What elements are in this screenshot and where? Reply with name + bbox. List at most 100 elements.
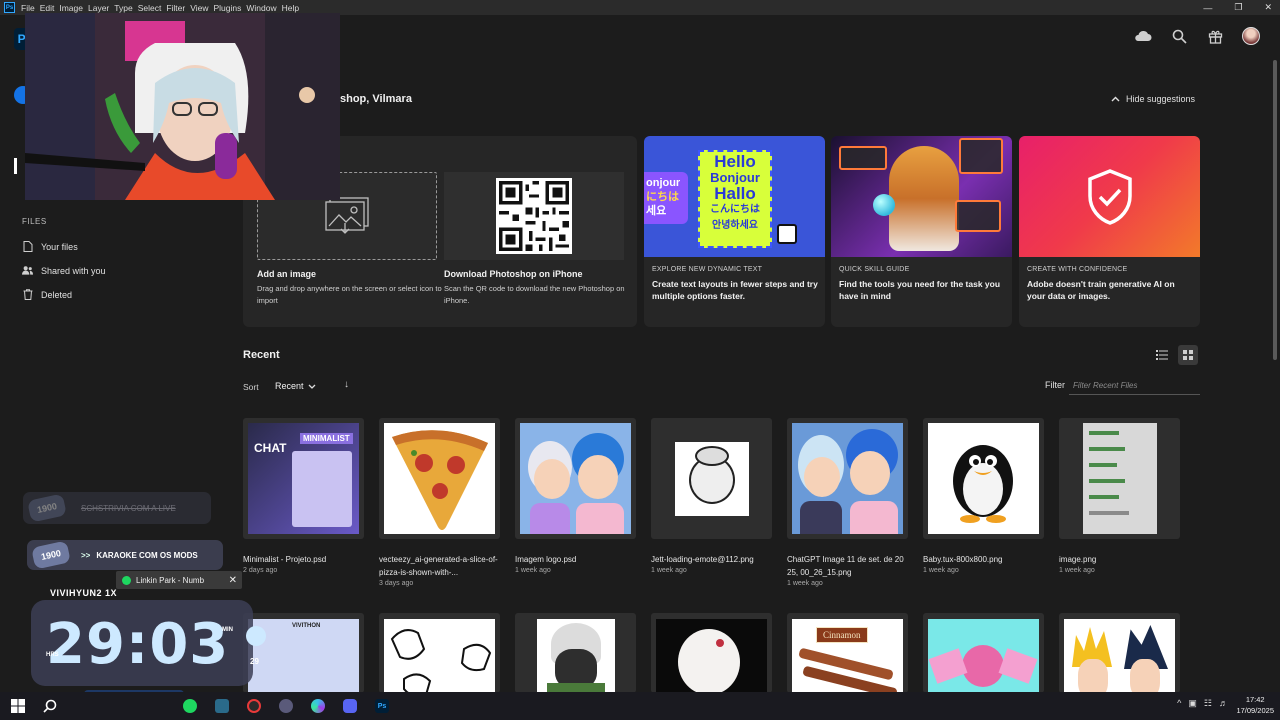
tray-chevron-icon[interactable]: ^ <box>1177 698 1181 709</box>
webcam-overlay <box>25 13 340 200</box>
thumb-text: Cinnamon <box>816 627 868 643</box>
sidebar-item-your-files[interactable]: Your files <box>22 241 78 252</box>
thumb-text: VIVITHON <box>292 623 321 629</box>
file-thumbnail <box>384 619 495 693</box>
trash-icon <box>22 289 33 300</box>
app-icon[interactable] <box>180 696 200 716</box>
timer-hrs-label: HRS <box>46 652 59 658</box>
file-card[interactable] <box>923 613 1044 693</box>
suggestion-kicker: QUICK SKILL GUIDE <box>839 266 910 273</box>
volume-icon[interactable]: ♬ <box>1219 698 1228 709</box>
file-thumbnail <box>384 423 495 534</box>
minimize-icon[interactable]: — <box>1203 3 1212 13</box>
suggestion-title: Create text layouts in fewer steps and t… <box>652 279 818 301</box>
file-name: Jett-loading-emote@112.png <box>651 555 754 564</box>
suggestion-card-confidence[interactable]: CREATE WITH CONFIDENCE Adobe doesn't tra… <box>1019 136 1200 327</box>
menu-file[interactable]: File <box>21 3 40 13</box>
suggestion-title: Find the tools you need for the task you… <box>839 279 1001 301</box>
file-card[interactable]: image.png 1 week ago <box>1059 418 1180 574</box>
menu-image[interactable]: Image <box>59 3 88 13</box>
image-import-icon <box>323 195 371 238</box>
files-heading: FILES <box>22 217 47 226</box>
chevrons-icon: >> <box>81 550 91 560</box>
add-image-title[interactable]: Add an image <box>257 269 316 279</box>
file-thumbnail <box>656 619 767 693</box>
menu-filter[interactable]: Filter <box>166 3 190 13</box>
file-card[interactable]: vecteezy_ai-generated-a-slice-of-pizza-i… <box>379 418 500 587</box>
windows-start-icon[interactable] <box>8 696 28 716</box>
menu-view[interactable]: View <box>190 3 213 13</box>
file-card[interactable]: Jett-loading-emote@112.png 1 week ago <box>651 418 772 574</box>
sidebar-item-shared[interactable]: Shared with you <box>22 265 106 276</box>
cloud-icon[interactable] <box>1134 27 1152 45</box>
sidebar-item-deleted[interactable]: Deleted <box>22 289 72 300</box>
app-icon[interactable] <box>276 696 296 716</box>
menu-plugins[interactable]: Plugins <box>213 3 246 13</box>
file-date: 2 days ago <box>243 567 278 574</box>
file-thumbnail <box>928 423 1039 534</box>
file-card[interactable]: ChatGPT Image 11 de set. de 2025, 00_26_… <box>787 418 908 587</box>
suggestion-title: Adobe doesn't train generative AI on you… <box>1027 279 1175 301</box>
file-thumbnail <box>656 423 767 534</box>
sort-label: Sort <box>243 382 259 392</box>
network-icon[interactable]: ☷ <box>1204 698 1212 709</box>
app-icon[interactable] <box>308 696 328 716</box>
file-card[interactable]: Baby.tux-800x800.png 1 week ago <box>923 418 1044 574</box>
menu-select[interactable]: Select <box>138 3 167 13</box>
file-name: vecteezy_ai-generated-a-slice-of-pizza-i… <box>379 555 498 577</box>
menu-window[interactable]: Window <box>246 3 281 13</box>
grid-view-icon[interactable] <box>1178 345 1198 365</box>
file-thumbnail: CHAT MINIMALIST <box>248 423 359 534</box>
search-icon[interactable] <box>1170 27 1188 45</box>
sort-direction-icon[interactable]: ↓ <box>344 379 349 390</box>
scrollbar[interactable] <box>1272 60 1278 692</box>
file-name: Baby.tux-800x800.png <box>923 555 1003 564</box>
text-tool-icon <box>777 224 797 244</box>
close-icon[interactable]: ✕ <box>229 575 237 586</box>
file-card[interactable] <box>651 613 772 693</box>
filter-recent-input[interactable] <box>1069 377 1200 395</box>
close-icon[interactable]: ✕ <box>1264 2 1272 13</box>
gift-icon[interactable] <box>1206 27 1224 45</box>
sort-dropdown[interactable]: Recent <box>275 381 316 391</box>
taskbar-search-icon[interactable] <box>40 696 60 716</box>
badge-number: 1900 <box>31 540 71 570</box>
file-card[interactable] <box>515 613 636 693</box>
photoshop-taskbar-icon[interactable]: Ps <box>372 696 392 716</box>
file-card[interactable] <box>379 613 500 693</box>
suggestion-card-dynamic-text[interactable]: onjour にちは 세요 Hello Bonjour Hallo こんにちは … <box>644 136 825 327</box>
now-playing-widget[interactable]: Linkin Park - Numb ✕ <box>116 571 242 589</box>
thumb-text: Hallo <box>714 184 756 203</box>
file-thumbnail <box>928 619 1039 693</box>
menu-edit[interactable]: Edit <box>40 3 60 13</box>
discord-icon[interactable] <box>340 696 360 716</box>
clock[interactable]: 17:42 17/09/2025 <box>1236 694 1274 716</box>
window-controls: — ❐ ✕ <box>1203 0 1272 15</box>
app-icon[interactable] <box>244 696 264 716</box>
menu-layer[interactable]: Layer <box>88 3 114 13</box>
chevron-up-icon <box>1111 94 1120 104</box>
restore-icon[interactable]: ❐ <box>1234 2 1242 13</box>
suggestion-card-skill-guide[interactable]: QUICK SKILL GUIDE Find the tools you nee… <box>831 136 1012 327</box>
file-card[interactable]: VIVITHON <box>243 613 364 693</box>
menu-type[interactable]: Type <box>114 3 137 13</box>
file-date: 1 week ago <box>651 567 687 574</box>
add-image-description: Drag and drop anywhere on the screen or … <box>257 284 442 305</box>
app-icon[interactable] <box>212 696 232 716</box>
file-card[interactable]: CHAT MINIMALIST Minimalist - Projeto.psd… <box>243 418 364 574</box>
avatar[interactable] <box>1242 27 1260 45</box>
hide-suggestions-label: Hide suggestions <box>1125 94 1195 104</box>
suggestion-image <box>831 136 1012 257</box>
hide-suggestions-button[interactable]: Hide suggestions <box>1111 94 1195 104</box>
spotify-icon <box>122 575 131 585</box>
list-view-icon[interactable] <box>1152 345 1172 365</box>
file-card[interactable]: Imagem logo.psd 1 week ago <box>515 418 636 574</box>
device-icon[interactable]: ▣ <box>1188 698 1197 709</box>
menu-help[interactable]: Help <box>282 3 304 13</box>
ui-panel-illustration <box>959 138 1003 174</box>
file-thumbnail <box>520 423 631 534</box>
file-card[interactable]: Cinnamon <box>787 613 908 693</box>
download-iphone-title[interactable]: Download Photoshop on iPhone <box>444 269 583 279</box>
timer-username: VIVIHYUN2 1X <box>50 588 118 598</box>
file-card[interactable] <box>1059 613 1180 693</box>
